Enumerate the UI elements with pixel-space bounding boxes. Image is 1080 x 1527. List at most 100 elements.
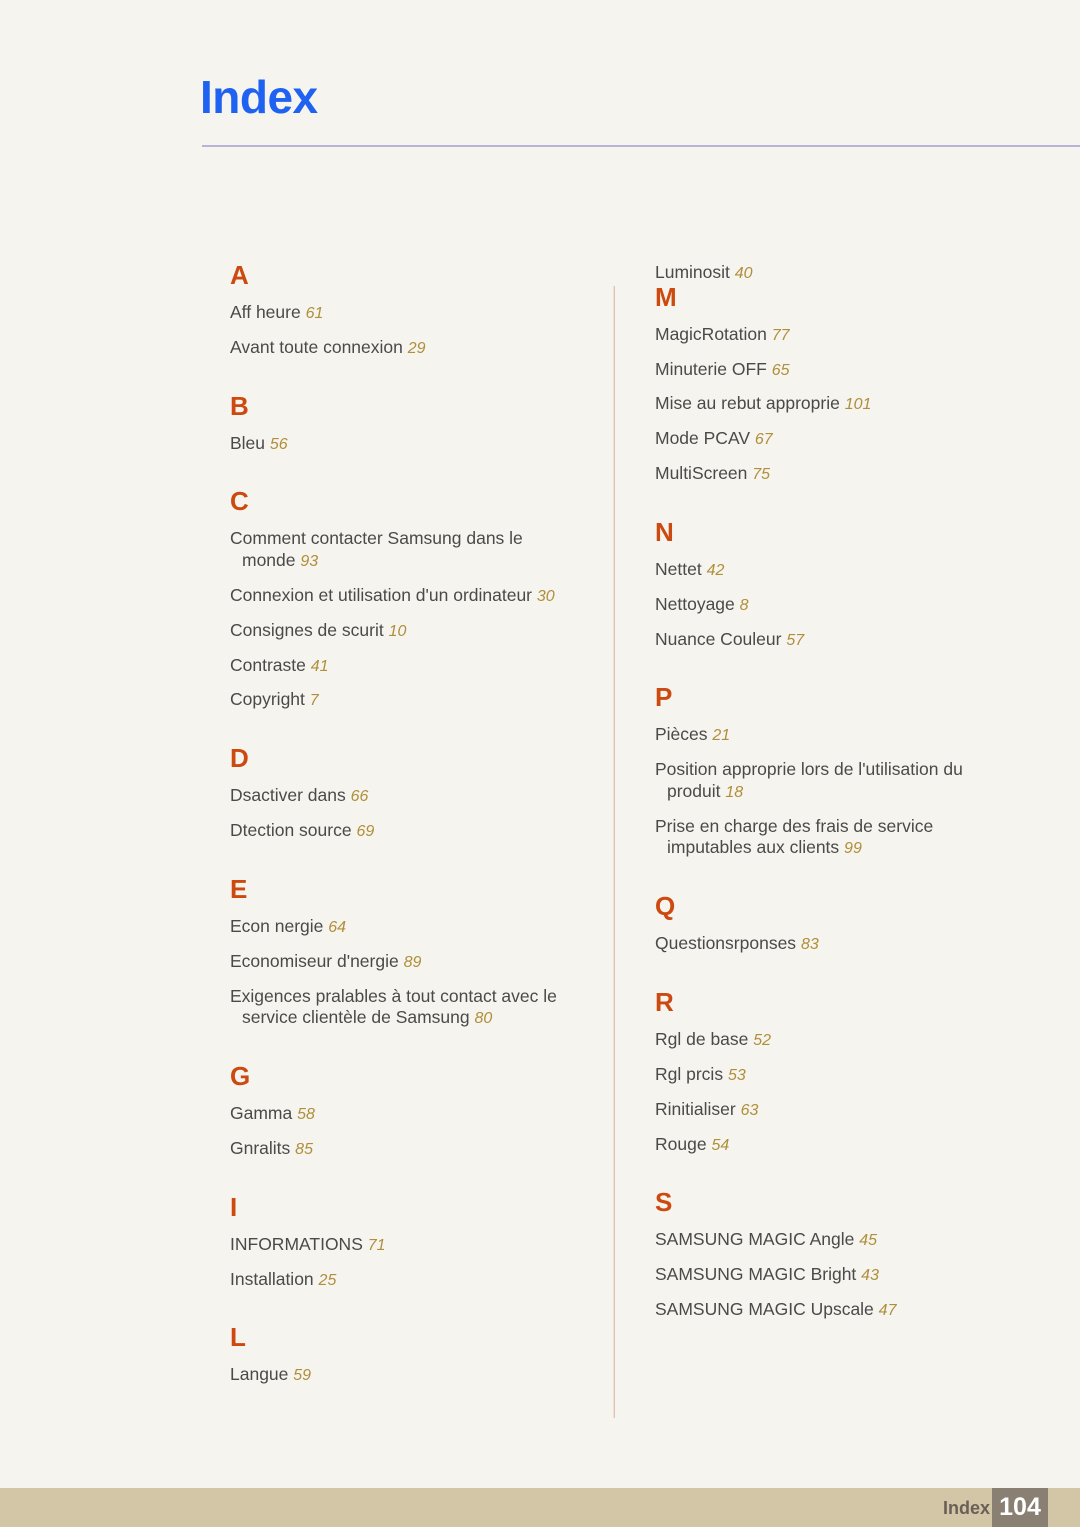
index-entry-label: Pièces <box>655 724 708 745</box>
index-entry[interactable]: MagicRotation 77 <box>655 324 1015 346</box>
index-entry[interactable]: SAMSUNG MAGIC Angle 45 <box>655 1229 1015 1251</box>
index-page: Index A Aff heure 61 Avant toute connexion… <box>0 0 1080 1527</box>
index-entry[interactable]: Contraste 41 <box>230 655 580 677</box>
index-entry-label: Avant toute connexion <box>230 336 403 357</box>
index-entry-label: Rgl prcis <box>655 1063 724 1084</box>
index-entry[interactable]: Aff heure 61 <box>230 302 580 324</box>
index-entry[interactable]: Langue 59 <box>230 1364 580 1386</box>
index-entry[interactable]: Rgl de base 52 <box>655 1029 1015 1051</box>
index-entry-label: Connexion et utilisation d'un ordinateur <box>230 585 533 605</box>
index-entry-label: SAMSUNG MAGIC Angle <box>655 1229 855 1250</box>
index-entry-page-ref: 93 <box>300 553 319 571</box>
index-entry[interactable]: Mode PCAV 67 <box>655 428 1015 450</box>
index-entry-label: SAMSUNG MAGIC Upscale <box>655 1299 874 1320</box>
index-entry-page-ref: 77 <box>771 326 790 344</box>
index-column-left: A Aff heure 61 Avant toute connexion 29 B Bl… <box>230 262 580 1399</box>
index-entry[interactable]: Position approprie lors de l'utilisation… <box>655 759 1015 803</box>
column-divider <box>613 286 615 1418</box>
index-section-b: B Bleu 56 <box>230 393 580 455</box>
index-entry[interactable]: Gnralits 85 <box>230 1138 580 1160</box>
index-entry[interactable]: Nettet 42 <box>655 559 1015 581</box>
index-entry-page-ref: 10 <box>388 622 407 640</box>
index-entry-page-ref: 7 <box>309 692 319 710</box>
index-letter-heading: N <box>655 516 674 547</box>
index-entry-label: Langue <box>230 1364 289 1385</box>
index-entry[interactable]: Luminosit 40 <box>655 262 1015 284</box>
index-entry[interactable]: Bleu 56 <box>230 433 580 455</box>
index-entry-label: Dtection source <box>230 820 352 841</box>
index-entry-page-ref: 58 <box>297 1106 315 1124</box>
index-section-s: S SAMSUNG MAGIC Angle 45 SAMSUNG MAGIC Bri… <box>655 1189 1015 1320</box>
index-entry-page-ref: 66 <box>350 788 369 806</box>
index-entry[interactable]: Nuance Couleur 57 <box>655 629 1015 651</box>
index-entry[interactable]: SAMSUNG MAGIC Upscale 47 <box>655 1299 1015 1321</box>
index-entry-label-continued: imputables aux clients 99 <box>667 837 862 858</box>
index-entry-page-ref: 29 <box>407 339 426 357</box>
footer-band <box>0 1488 1080 1527</box>
index-entry[interactable]: Rgl prcis 53 <box>655 1064 1015 1086</box>
index-entry-label: Nettet <box>655 558 702 579</box>
index-entry[interactable]: Rinitialiser 63 <box>655 1099 1015 1121</box>
index-entry[interactable]: Dtection source 69 <box>230 820 580 842</box>
index-section-q: Q Questionsrponses 83 <box>655 893 1015 955</box>
index-entry-label: Econ nergie <box>230 915 324 936</box>
index-entry[interactable]: Connexion et utilisation d'un ordinateur… <box>230 585 580 607</box>
index-entry-label: Economiseur d'nergie <box>230 950 399 971</box>
index-letter-heading: A <box>230 260 249 290</box>
index-entry-label: Mode PCAV <box>655 428 750 449</box>
index-entry[interactable]: MultiScreen 75 <box>655 463 1015 485</box>
index-entry[interactable]: Consignes de scurit 10 <box>230 620 580 642</box>
index-entry[interactable]: Economiseur d'nergie 89 <box>230 951 580 973</box>
index-entry[interactable]: Questionsrponses 83 <box>655 933 1015 955</box>
index-section-d: D Dsactiver dans 66 Dtection source 69 <box>230 745 580 842</box>
index-entry[interactable]: SAMSUNG MAGIC Bright 43 <box>655 1264 1015 1286</box>
index-entry-label: Nettoyage <box>655 593 735 614</box>
index-entry-page-ref: 56 <box>269 435 288 453</box>
index-entry[interactable]: Exigences pralables à tout contact avec … <box>230 986 580 1030</box>
index-letter-heading: B <box>230 390 249 421</box>
index-entry-page-ref: 59 <box>293 1367 312 1385</box>
index-entry[interactable]: Avant toute connexion 29 <box>230 337 580 359</box>
index-entry-page-ref: 99 <box>844 840 862 858</box>
index-letter-heading: E <box>230 873 248 904</box>
index-entry-label-continued: service clientèle de Samsung 80 <box>242 1007 493 1028</box>
index-entry[interactable]: Mise au rebut approprie 101 <box>655 393 1015 415</box>
index-entry-page-ref: 41 <box>310 657 329 675</box>
index-entry-label: MagicRotation <box>655 323 767 344</box>
index-entry[interactable]: Minuterie OFF 65 <box>655 359 1015 381</box>
index-entry-page-ref: 47 <box>878 1302 897 1320</box>
index-entry-page-ref: 101 <box>844 396 872 414</box>
index-entry-label: Rgl de base <box>655 1029 749 1050</box>
index-entry[interactable]: INFORMATIONS 71 <box>230 1234 580 1256</box>
index-entry-page-ref: 71 <box>367 1236 386 1254</box>
index-entry[interactable]: Dsactiver dans 66 <box>230 785 580 807</box>
index-entry[interactable]: Copyright 7 <box>230 689 580 711</box>
index-letter-heading: L <box>230 1322 246 1353</box>
index-entry[interactable]: Econ nergie 64 <box>230 916 580 938</box>
index-section-m: M MagicRotation 77 Minuterie OFF 65 Mise au… <box>655 284 1015 485</box>
index-entry[interactable]: Gamma 58 <box>230 1103 580 1125</box>
index-entry[interactable]: Pièces 21 <box>655 724 1015 746</box>
index-letter-heading: R <box>655 987 674 1018</box>
index-entry-label: Prise en charge des frais de service <box>655 815 934 836</box>
index-entry-label: Comment contacter Samsung dans le <box>230 528 523 549</box>
index-entry-label: Minuterie OFF <box>655 358 767 379</box>
index-entry-page-ref: 57 <box>786 631 805 649</box>
index-entry[interactable]: Prise en charge des frais de service impu… <box>655 816 1015 860</box>
index-entry-page-ref: 21 <box>712 727 731 745</box>
index-entry-page-ref: 63 <box>740 1101 759 1119</box>
index-entry[interactable]: Rouge 54 <box>655 1134 1015 1156</box>
index-entry[interactable]: Comment contacter Samsung dans le monde 9… <box>230 528 580 572</box>
index-entry-label: Copyright <box>230 689 305 710</box>
title-divider-rule <box>202 145 1080 147</box>
index-entry-page-ref: 65 <box>771 361 790 379</box>
index-entry-label: Consignes de scurit <box>230 619 384 640</box>
index-entry-label: Rinitialiser <box>655 1098 736 1119</box>
index-entry-label: Gamma <box>230 1103 293 1124</box>
index-entry[interactable]: Installation 25 <box>230 1269 580 1291</box>
index-entry-label: Mise au rebut approprie <box>655 393 840 414</box>
index-section-n: N Nettet 42 Nettoyage 8 Nuance Couleur 57 <box>655 519 1015 650</box>
index-entry-page-ref: 75 <box>752 466 771 484</box>
index-entry[interactable]: Nettoyage 8 <box>655 594 1015 616</box>
index-entry-page-ref: 25 <box>318 1271 337 1289</box>
